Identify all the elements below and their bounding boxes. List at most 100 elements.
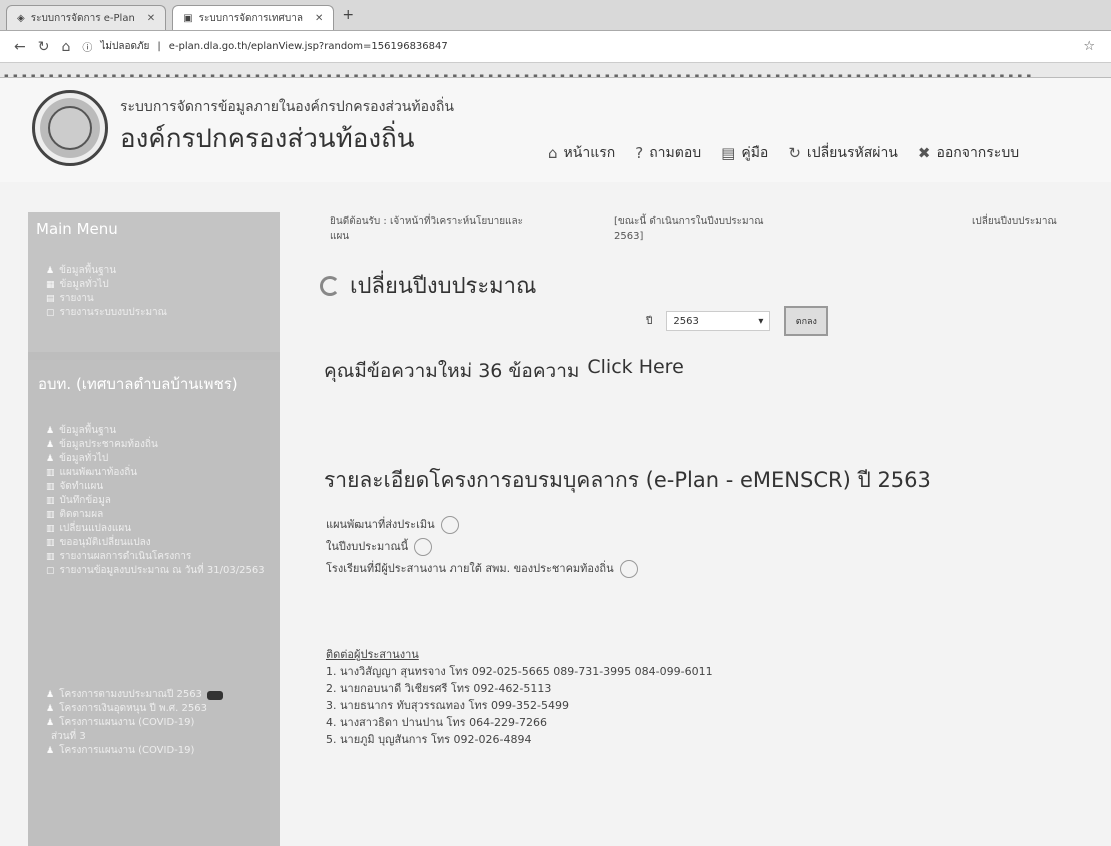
chart-icon: ▥	[46, 482, 55, 492]
click-here-link[interactable]: Click Here	[587, 356, 683, 386]
covid-menu-item[interactable]: ♟ โครงการแผนงาน (COVID-19)	[46, 744, 280, 758]
submit-year-button[interactable]: ตกลง	[784, 306, 829, 336]
org-menu-item[interactable]: ♟ ข้อมูลประชาคมท้องถิ่น	[46, 438, 280, 452]
covid-menu-item[interactable]: ♟ โครงการตามงบประมาณปี 2563	[46, 688, 280, 702]
url-prefix: ไม่ปลอดภัย	[100, 41, 150, 52]
project-detail-title: รายละเอียดโครงการอบรมบุคลากร (e-Plan - e…	[324, 468, 931, 492]
org-title: อบท. (เทศบาลตำบลบ้านเพชร)	[38, 375, 238, 393]
org-menu-item[interactable]: ▥ บันทึกข้อมูล	[46, 494, 280, 508]
nav-manual[interactable]: ▤ คู่มือ	[721, 142, 768, 164]
back-icon[interactable]: ←	[14, 39, 26, 55]
browser-tab-1[interactable]: ◈ ระบบการจัดการ e-Plan ✕	[6, 5, 167, 30]
people-icon: ♟	[46, 704, 55, 714]
url-text: e-plan.dla.go.th/eplanView.jsp?random=15…	[168, 41, 448, 52]
close-icon: ✖	[917, 144, 931, 162]
people-icon: ♟	[46, 718, 55, 728]
year-select[interactable]: 2563 ▾	[666, 311, 771, 331]
main-menu-title: Main Menu	[36, 220, 118, 238]
tab-close-icon[interactable]: ✕	[315, 13, 323, 24]
tab-favicon-icon: ▣	[183, 12, 193, 24]
org-menu-list: ♟ ข้อมูลพื้นฐาน ♟ ข้อมูลประชาคมท้องถิ่น ♟ ข…	[28, 424, 280, 578]
info-icon: ⓘ	[82, 43, 93, 54]
main-menu-item[interactable]: ▢ รายงานระบบงบประมาณ	[46, 306, 280, 320]
chart-icon: ▥	[46, 468, 55, 478]
chart-icon: ▥	[46, 510, 55, 520]
org-menu-block: อบท. (เทศบาลตำบลบ้านเพชร) ♟ ข้อมูลพื้นฐาน…	[28, 360, 280, 846]
refresh-icon	[320, 275, 340, 296]
approval-item: ในปีงบประมาณนี้	[326, 536, 638, 558]
chevron-down-icon: ▾	[758, 315, 764, 327]
org-menu-item[interactable]: ▥ แผนพัฒนาท้องถิ่น	[46, 466, 280, 480]
people-icon: ♟	[46, 426, 55, 436]
browser-tab-2[interactable]: ▣ ระบบการจัดการเทศบาล ✕	[172, 5, 335, 30]
people-icon: ♟	[46, 454, 55, 464]
approval-item: แผนพัฒนาที่ส่งประเมิน	[326, 514, 638, 536]
contact-item: 2. นายกอบนาดี วิเชียรศรี โทร 092-462-511…	[326, 682, 552, 695]
doc-icon: ▤	[46, 294, 55, 304]
nav-faq[interactable]: ? ถามตอบ	[635, 142, 701, 164]
manual-icon: ▤	[721, 144, 736, 162]
chart-icon: ▥	[46, 538, 55, 548]
bookmark-star-icon[interactable]: ☆	[1083, 39, 1095, 54]
reload-icon[interactable]: ↻	[38, 39, 50, 55]
url-field[interactable]: ⓘ ไม่ปลอดภัย | e-plan.dla.go.th/eplanVie…	[82, 36, 1071, 58]
org-menu-item[interactable]: ♟ ข้อมูลพื้นฐาน	[46, 424, 280, 438]
org-menu-item[interactable]: ▥ เปลี่ยนแปลงแผน	[46, 522, 280, 536]
new-badge-icon	[206, 690, 223, 700]
main-menu-item[interactable]: ▤ รายงาน	[46, 292, 280, 306]
people-icon: ♟	[46, 690, 55, 700]
year-value: 2563	[673, 315, 699, 327]
browser-tab-bar: ◈ ระบบการจัดการ e-Plan ✕ ▣ ระบบการจัดการ…	[0, 0, 1111, 31]
approval-list: แผนพัฒนาที่ส่งประเมิน ในปีงบประมาณนี้ โร…	[326, 514, 638, 580]
contact-item: 3. นายธนากร ทับสุวรรณทอง โทร 099-352-549…	[326, 699, 569, 712]
site-header: ระบบการจัดการข้อมูลภายในองค์กรปกครองส่วน…	[0, 78, 1111, 182]
covid-menu-item[interactable]: ส่วนที่ 3	[46, 730, 280, 744]
new-messages-text: คุณมีข้อความใหม่ 36 ข้อความ	[324, 360, 580, 382]
bookmarks-bar: ▪ ▪ ▪ ▪ ▪ ▪ ▪ ▪ ▪ ▪ ▪ ▪ ▪ ▪ ▪ ▪ ▪ ▪ ▪ ▪ …	[0, 63, 1111, 78]
home-icon[interactable]: ⌂	[61, 39, 70, 55]
org-menu-item[interactable]: ♟ ข้อมูลทั่วไป	[46, 452, 280, 466]
site-subtitle: ระบบการจัดการข้อมูลภายในองค์กรปกครองส่วน…	[120, 99, 454, 115]
covid-menu-item[interactable]: ♟ โครงการแผนงาน (COVID-19)	[46, 716, 280, 730]
new-tab-icon[interactable]: +	[342, 7, 354, 23]
contact-item: 5. นายภูมิ บุญสันการ โทร 092-026-4894	[326, 733, 532, 746]
people-icon: ♟	[46, 746, 55, 756]
tab-close-icon[interactable]: ✕	[147, 13, 155, 24]
sidebar: Main Menu ♟ ข้อมูลพื้นฐาน ▦ ข้อมูลทั่วไป ▤…	[28, 212, 280, 846]
nav-home[interactable]: ⌂ หน้าแรก	[548, 142, 615, 164]
status-user: ยินดีต้อนรับ : เจ้าหน้าที่วิเคราะห์นโยบา…	[330, 216, 524, 242]
org-menu-item[interactable]: ▥ รายงานผลการดำเนินโครงการ	[46, 550, 280, 564]
chart-icon: ▥	[46, 496, 55, 506]
tab-title: ระบบการจัดการ e-Plan	[30, 12, 135, 24]
chart-icon: ▥	[46, 524, 55, 534]
main-menu-item[interactable]: ♟ ข้อมูลพื้นฐาน	[46, 264, 280, 278]
smiley-icon[interactable]	[619, 560, 638, 578]
main-menu-block: Main Menu ♟ ข้อมูลพื้นฐาน ▦ ข้อมูลทั่วไป ▤…	[28, 212, 280, 352]
doc-icon: ▢	[46, 308, 55, 318]
contact-item: 1. นางวิสัญญา สุนทรจาง โทร 092-025-5665 …	[326, 665, 713, 678]
status-year: [ขณะนี้ ดำเนินการในปีงบประมาณ 2563]	[614, 216, 764, 242]
covid-menu-item[interactable]: ♟ โครงการเงินอุดหนุน ปี พ.ศ. 2563	[46, 702, 280, 716]
change-year-link[interactable]: เปลี่ยนปีงบประมาณ	[972, 214, 1102, 229]
org-menu-item[interactable]: ▥ ติดตามผล	[46, 508, 280, 522]
page-heading: เปลี่ยนปีงบประมาณ	[320, 268, 536, 303]
nav-change-password[interactable]: ↻ เปลี่ยนรหัสผ่าน	[788, 142, 898, 164]
doc-icon: ▢	[46, 566, 55, 576]
contacts-title: ติดต่อผู้ประสานงาน	[326, 648, 419, 661]
smiley-icon[interactable]	[440, 516, 459, 534]
smiley-icon[interactable]	[414, 538, 433, 556]
main-content: ยินดีต้อนรับ : เจ้าหน้าที่วิเคราะห์นโยบา…	[296, 196, 1111, 846]
people-icon: ♟	[46, 440, 55, 450]
tab-title: ระบบการจัดการเทศบาล	[198, 12, 303, 24]
main-menu-item[interactable]: ▦ ข้อมูลทั่วไป	[46, 278, 280, 292]
covid-menu-list: ♟ โครงการตามงบประมาณปี 2563 ♟ โครงการเงินอ…	[28, 688, 280, 758]
refresh-icon: ↻	[788, 144, 801, 162]
org-menu-item[interactable]: ▥ ขออนุมัติเปลี่ยนแปลง	[46, 536, 280, 550]
address-bar: ← ↻ ⌂ ⓘ ไม่ปลอดภัย | e-plan.dla.go.th/ep…	[0, 31, 1111, 63]
person-icon: ♟	[46, 266, 55, 276]
year-selector-row: ปี 2563 ▾ ตกลง	[646, 306, 829, 336]
nav-logout[interactable]: ✖ ออกจากระบบ	[918, 142, 1019, 164]
contact-item: 4. นางสาวธิดา ปานปาน โทร 064-229-7266	[326, 716, 547, 729]
org-menu-item[interactable]: ▢ รายงานข้อมูลงบประมาณ ณ วันที่ 31/03/256…	[46, 564, 280, 578]
org-menu-item[interactable]: ▥ จัดทำแผน	[46, 480, 280, 494]
